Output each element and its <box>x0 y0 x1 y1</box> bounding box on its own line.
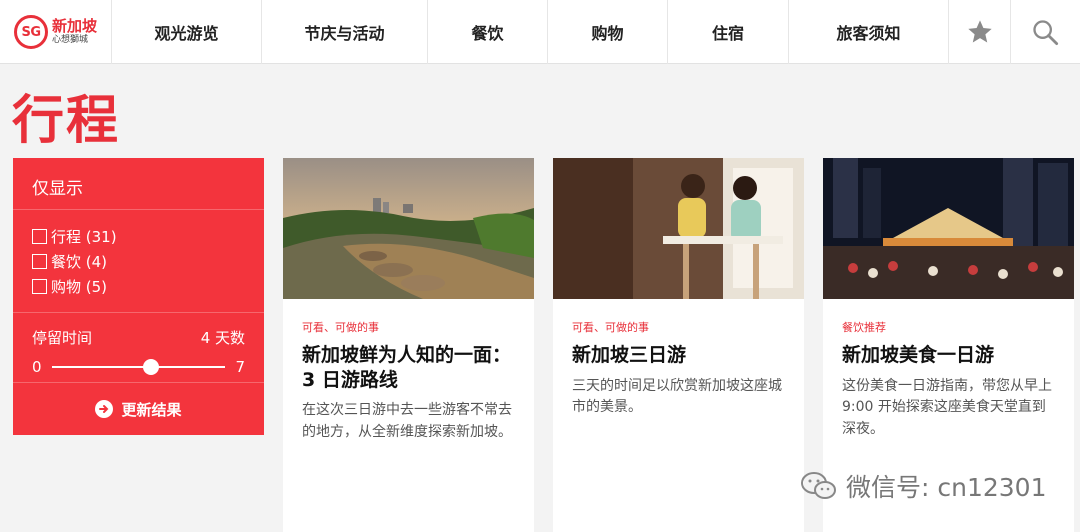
nav-travel-tips[interactable]: 旅客须知 <box>789 0 949 64</box>
nav-sightseeing[interactable]: 观光游览 <box>112 0 262 64</box>
card-category: 可看、可做的事 <box>302 321 379 334</box>
logo-text: 新加坡 心想獅城 <box>52 19 97 45</box>
site-logo[interactable]: SG 新加坡 心想獅城 <box>0 0 112 64</box>
card-image-cafe <box>553 158 804 299</box>
slider-max-label: 7 <box>235 358 245 376</box>
itinerary-card[interactable]: 可看、可做的事 新加坡鲜为人知的一面：3 日游路线 在这次三日游中去一些游客不常… <box>283 158 534 532</box>
filter-option-label: 购物 (5) <box>51 278 108 296</box>
wechat-icon <box>801 472 836 499</box>
stay-duration: 停留时间 4 天数 0 7 <box>13 313 264 383</box>
filter-option-itinerary[interactable]: 行程 (31) <box>32 224 264 249</box>
filter-heading: 仅显示 <box>13 158 264 210</box>
logo-main-text: 新加坡 <box>52 17 98 35</box>
star-icon <box>967 20 992 43</box>
card-category: 可看、可做的事 <box>572 321 649 334</box>
favorites-button[interactable] <box>949 0 1011 64</box>
stay-duration-slider[interactable] <box>51 359 226 375</box>
checkbox[interactable] <box>32 229 47 244</box>
card-description: 三天的时间足以欣赏新加坡这座城市的美景。 <box>572 377 782 416</box>
stay-duration-value: 4 天数 <box>200 329 245 347</box>
nav-dining[interactable]: 餐饮 <box>428 0 548 64</box>
card-category: 餐饮推荐 <box>842 321 886 334</box>
nav-shopping[interactable]: 购物 <box>548 0 668 64</box>
filter-option-dining[interactable]: 餐饮 (4) <box>32 249 264 274</box>
card-description: 在这次三日游中去一些游客不常去的地方，从全新维度探索新加坡。 <box>302 402 512 441</box>
card-title[interactable]: 新加坡三日游 <box>572 343 786 368</box>
card-title[interactable]: 新加坡鲜为人知的一面：3 日游路线 <box>302 343 516 392</box>
card-description: 这份美食一日游指南，带您从早上 9:00 开始探索这座美食天堂直到深夜。 <box>842 377 1052 438</box>
search-icon <box>1033 20 1059 46</box>
filter-option-label: 餐饮 (4) <box>51 253 108 271</box>
card-image-night-food-market <box>823 158 1074 299</box>
update-results-button[interactable]: 更新结果 <box>13 383 264 435</box>
update-results-label: 更新结果 <box>121 400 182 419</box>
checkbox[interactable] <box>32 279 47 294</box>
top-navigation: SG 新加坡 心想獅城 观光游览 节庆与活动 餐饮 购物 住宿 旅客须知 <box>0 0 1080 64</box>
card-title[interactable]: 新加坡美食一日游 <box>842 343 1056 368</box>
search-button[interactable] <box>1011 0 1079 64</box>
nav-festivals-events[interactable]: 节庆与活动 <box>262 0 428 64</box>
logo-badge: SG <box>14 15 48 49</box>
slider-min-label: 0 <box>32 358 42 376</box>
stay-duration-label: 停留时间 <box>32 329 93 347</box>
filter-option-shopping[interactable]: 购物 (5) <box>32 274 264 299</box>
wechat-watermark: 微信号: cn12301 <box>800 468 1047 504</box>
card-image-river-landscape <box>283 158 534 299</box>
arrow-right-icon <box>95 400 114 418</box>
nav-accommodation[interactable]: 住宿 <box>668 0 789 64</box>
page-title: 行程 <box>12 91 121 151</box>
itinerary-card[interactable]: 可看、可做的事 新加坡三日游 三天的时间足以欣赏新加坡这座城市的美景。 <box>553 158 804 532</box>
filter-panel: 仅显示 行程 (31) 餐饮 (4) 购物 (5) 停留时间 4 天数 0 7 <box>13 158 264 435</box>
filter-options: 行程 (31) 餐饮 (4) 购物 (5) <box>13 210 264 313</box>
watermark-text: 微信号: cn12301 <box>846 473 1047 502</box>
slider-thumb[interactable] <box>142 359 159 375</box>
filter-option-label: 行程 (31) <box>51 228 117 246</box>
logo-sub-text: 心想獅城 <box>52 35 89 45</box>
checkbox[interactable] <box>32 254 47 269</box>
